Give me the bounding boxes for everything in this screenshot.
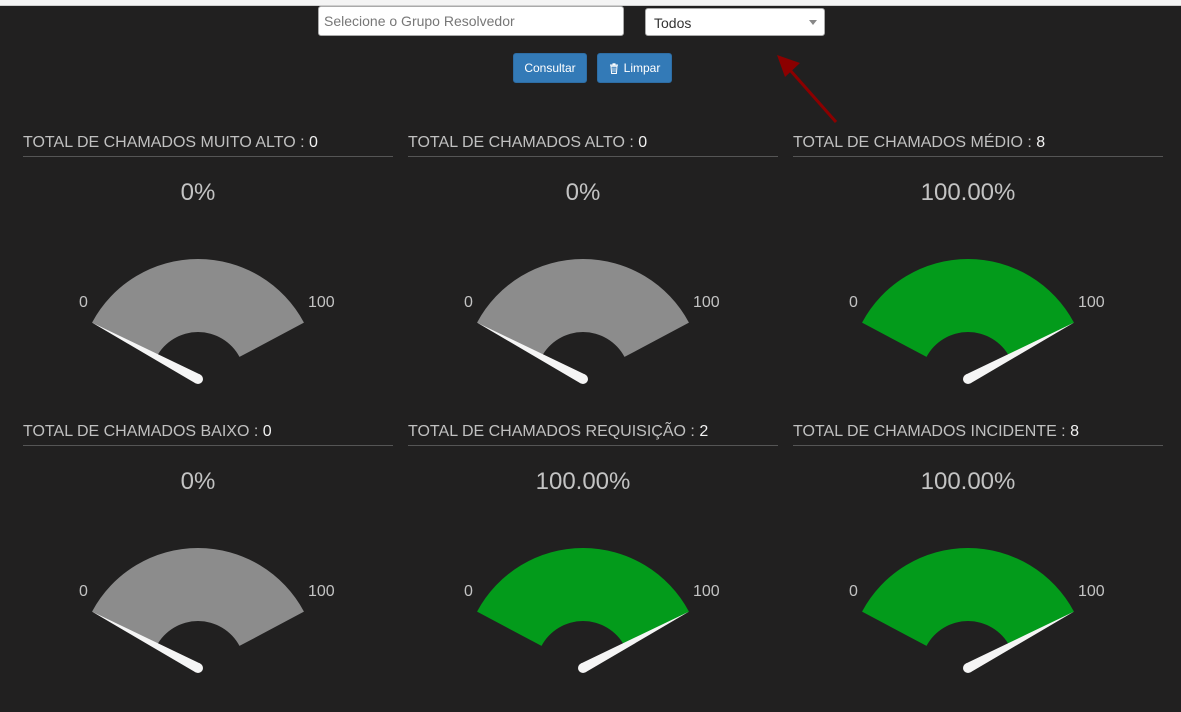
gauge-max-label: 100 — [693, 583, 720, 600]
gauge-chart — [92, 259, 304, 384]
consultar-button[interactable]: Consultar — [513, 53, 587, 83]
gauge-chart — [862, 548, 1074, 673]
type-select-value: Todos — [654, 15, 692, 31]
gauge-min-label: 0 — [464, 583, 473, 600]
gauge-chart — [862, 259, 1074, 384]
gauge-min-label: 0 — [79, 294, 88, 311]
gauge-band — [862, 259, 1074, 357]
gauge-max-label: 100 — [308, 583, 335, 600]
chevron-down-icon — [809, 20, 817, 25]
arrow-annotation — [777, 55, 838, 123]
gauge-max-label: 100 — [693, 294, 720, 311]
gauge-min-label: 0 — [849, 294, 858, 311]
gauge-chart — [92, 548, 304, 673]
gauge-band — [477, 259, 689, 357]
gauge-max-label: 100 — [1078, 583, 1105, 600]
gauge-band — [92, 259, 304, 357]
consultar-label: Consultar — [524, 61, 576, 75]
gauge-chart — [477, 548, 689, 673]
gauge-band — [477, 548, 689, 646]
gauge-needle-hub — [963, 374, 973, 384]
gauge-needle-hub — [578, 374, 588, 384]
limpar-label: Limpar — [623, 61, 661, 75]
group-resolver-input[interactable] — [318, 6, 624, 36]
gauge-min-label: 0 — [464, 294, 473, 311]
gauge-needle-hub — [578, 663, 588, 673]
gauge-min-label: 0 — [849, 583, 858, 600]
gauge-band — [862, 548, 1074, 646]
gauge-min-label: 0 — [79, 583, 88, 600]
gauge-needle-hub — [193, 663, 203, 673]
trash-icon — [609, 62, 618, 74]
type-select[interactable]: Todos — [645, 8, 825, 36]
gauge-band — [92, 548, 304, 646]
gauge-chart — [477, 259, 689, 384]
gauge-needle-hub — [963, 663, 973, 673]
gauge-needle-hub — [193, 374, 203, 384]
gauge-max-label: 100 — [1078, 294, 1105, 311]
limpar-button[interactable]: Limpar — [597, 53, 672, 83]
gauge-max-label: 100 — [308, 294, 335, 311]
